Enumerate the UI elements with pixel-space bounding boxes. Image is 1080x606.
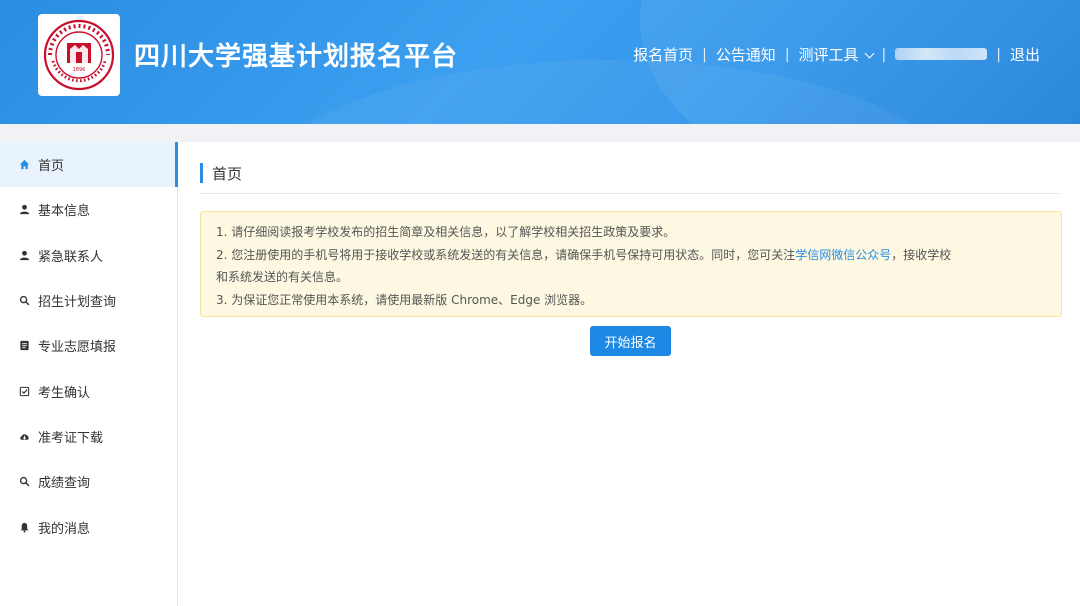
- top-navigation: 报名首页 | 公告通知 | 测评工具 | | 退出: [633, 44, 1040, 65]
- nav-home-link[interactable]: 报名首页: [633, 44, 693, 65]
- user-icon: [18, 249, 30, 261]
- search-icon: [18, 476, 30, 488]
- checkbox-icon: [18, 385, 30, 397]
- user-account[interactable]: [895, 46, 988, 64]
- logout-link[interactable]: 退出: [1010, 44, 1040, 65]
- sidebar-item-label: 成绩查询: [38, 476, 91, 492]
- notice-line-1: 1. 请仔细阅读报考学校发布的招生简章及相关信息，以了解学校相关招生政策及要求。: [216, 225, 676, 239]
- wechat-account-link[interactable]: 学信网微信公众号: [795, 248, 891, 262]
- sidebar: 首页 基本信息 紧急联系人 招生计划查询 专业志愿填报 考生确认 准考证下载 成…: [0, 142, 178, 606]
- notice-line-2-text: 2. 您注册使用的手机号将用于接收学校或系统发送的有关信息，请确保手机号保持可用…: [216, 247, 796, 262]
- sidebar-item-label: 考生确认: [38, 385, 91, 401]
- header: 1896 四川大学强基计划报名平台 报名首页 | 公告通知 | 测评工具 | |…: [0, 0, 1080, 124]
- sidebar-item-label: 专业志愿填报: [38, 340, 117, 356]
- nav-separator: |: [881, 46, 887, 63]
- notice-line-2: 2. 您注册使用的手机号将用于接收学校或系统发送的有关信息，请确保手机号保持可用…: [216, 244, 1046, 267]
- page-title: 首页: [212, 165, 243, 183]
- search-icon: [18, 295, 30, 307]
- sidebar-item-major-application[interactable]: 专业志愿填报: [0, 323, 177, 368]
- sidebar-item-home[interactable]: 首页: [0, 142, 178, 188]
- main-content: 首页 1. 请仔细阅读报考学校发布的招生简章及相关信息，以了解学校相关招生政策及…: [178, 142, 1080, 606]
- notice-line-3: 3. 为保证您正常使用本系统，请使用最新版 Chrome、Edge 浏览器。: [216, 292, 593, 307]
- page-header: 首页: [200, 160, 1060, 194]
- sidebar-item-label: 紧急联系人: [38, 249, 104, 265]
- blurred-username: [895, 47, 988, 60]
- nav-notice-link[interactable]: 公告通知: [716, 44, 776, 65]
- title-accent-bar: [200, 163, 203, 183]
- chevron-down-icon: [864, 48, 874, 59]
- sidebar-item-label: 我的消息: [38, 521, 91, 537]
- home-icon: [18, 159, 30, 171]
- form-icon: [18, 340, 30, 352]
- sidebar-item-admission-ticket[interactable]: 准考证下载: [0, 414, 177, 459]
- nav-separator: |: [996, 46, 1001, 63]
- start-registration-button[interactable]: 开始报名: [590, 326, 671, 356]
- nav-tools-label: 测评工具: [798, 46, 859, 64]
- sidebar-item-basic-info[interactable]: 基本信息: [0, 187, 177, 232]
- sidebar-item-label: 招生计划查询: [38, 295, 117, 311]
- nav-tools-dropdown[interactable]: 测评工具: [798, 44, 874, 65]
- sidebar-item-candidate-confirm[interactable]: 考生确认: [0, 368, 177, 413]
- sidebar-item-my-messages[interactable]: 我的消息: [0, 504, 177, 549]
- sidebar-item-label: 基本信息: [38, 204, 91, 220]
- notice-line-2-tail: ，接收学校: [891, 247, 952, 262]
- notice-line-2-continued: 和系统发送的有关信息。: [216, 270, 349, 284]
- svg-text:1896: 1896: [73, 67, 86, 73]
- site-title: 四川大学强基计划报名平台: [134, 42, 459, 72]
- university-seal-icon: 1896: [43, 19, 115, 91]
- sidebar-item-enrollment-plan[interactable]: 招生计划查询: [0, 278, 177, 323]
- notice-box: 1. 请仔细阅读报考学校发布的招生简章及相关信息，以了解学校相关招生政策及要求。…: [200, 211, 1062, 317]
- sidebar-item-score-query[interactable]: 成绩查询: [0, 459, 177, 504]
- cloud-download-icon: [18, 430, 30, 442]
- university-logo[interactable]: 1896: [38, 14, 120, 96]
- nav-separator: |: [784, 46, 790, 63]
- sidebar-item-label: 准考证下载: [38, 430, 104, 446]
- user-icon: [18, 204, 30, 216]
- sidebar-item-label: 首页: [38, 159, 65, 175]
- sidebar-item-emergency-contact[interactable]: 紧急联系人: [0, 233, 177, 278]
- bell-icon: [18, 521, 30, 533]
- nav-separator: |: [702, 46, 707, 63]
